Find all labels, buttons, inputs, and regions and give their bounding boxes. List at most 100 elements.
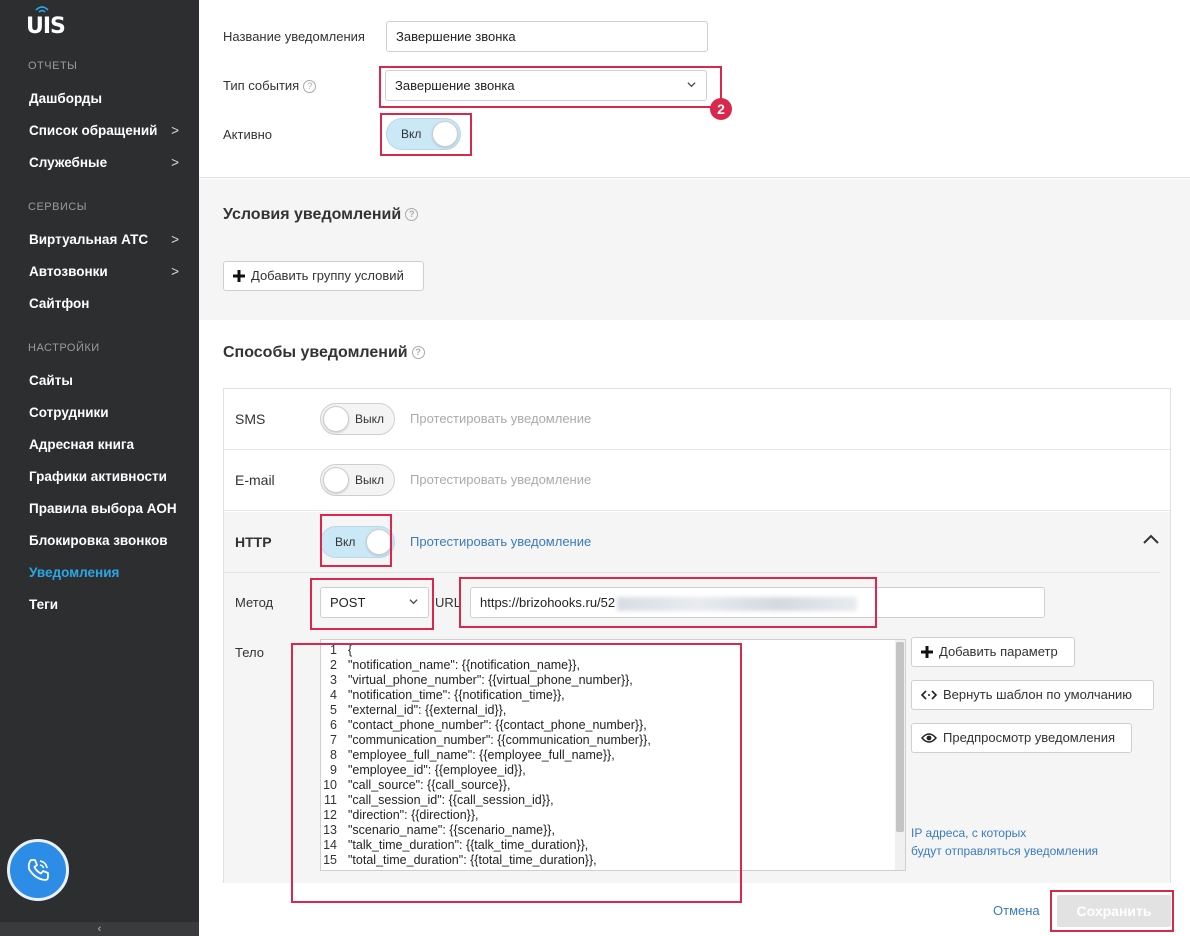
conditions-title: Условия уведомлений? [223, 206, 419, 224]
editor-scrollbar[interactable] [895, 640, 905, 870]
code-text: "employee_id": {{employee_id}}, [348, 763, 526, 777]
code-icon [921, 690, 937, 700]
add-condition-group-button[interactable]: Добавить группу условий [223, 261, 424, 291]
code-text: "employee_full_name": {{employee_full_na… [348, 748, 615, 762]
conditions-section: Условия уведомлений? Добавить группу усл… [199, 179, 1190, 320]
toggle-knob [432, 121, 458, 147]
name-input[interactable]: Завершение звонка [386, 21, 708, 52]
sidebar-item-label: Сайтфон [29, 296, 90, 311]
method-row-http: HTTP Вкл Протестировать уведомление Мето… [224, 512, 1170, 903]
chevron-right-icon: > [171, 155, 179, 170]
line-number: 13 [323, 823, 337, 837]
sidebar-item-label: Автозвонки [29, 264, 108, 279]
sidebar: UIS ОТЧЕТЫ Дашборды Список обращений > Сл… [0, 0, 199, 936]
sidebar-item-label: Блокировка звонков [29, 533, 168, 548]
help-icon[interactable]: ? [411, 346, 425, 360]
notification-form: Название уведомления Завершение звонка Т… [199, 0, 1190, 178]
code-text: "virtual_phone_number": {{virtual_phone_… [348, 673, 633, 687]
sidebar-item-tags[interactable]: Теги [29, 597, 189, 612]
plus-icon [921, 646, 933, 658]
line-number: 3 [330, 673, 337, 687]
code-text: "direction": {{direction}}, [348, 808, 479, 822]
line-number: 11 [324, 793, 337, 807]
ip-link-line1: IP адреса, с которых [911, 826, 1027, 840]
code-text: "talk_time_duration": {{talk_time_durati… [348, 838, 589, 852]
cancel-button[interactable]: Отмена [993, 903, 1040, 918]
event-type-value: Завершение звонка [395, 78, 515, 93]
sidebar-item-activity-schedules[interactable]: Графики активности [29, 469, 189, 484]
button-label: Добавить группу условий [251, 268, 404, 283]
code-text: { [348, 643, 353, 657]
code-text: "call_source": {{call_source}}, [348, 778, 511, 792]
code-text: "communication_number": {{communication_… [348, 733, 651, 747]
preview-button[interactable]: Предпросмотр уведомления [911, 723, 1132, 753]
sidebar-item-label: Служебные [29, 155, 108, 170]
sidebar-item-virtual-pbx[interactable]: Виртуальная АТС > [29, 232, 189, 247]
sidebar-item-aon-rules[interactable]: Правила выбора АОН [29, 501, 189, 516]
method-row-sms: SMS Выкл Протестировать уведомление [224, 389, 1170, 450]
active-label: Активно [223, 127, 273, 142]
body-label: Тело [235, 645, 264, 660]
chevron-right-icon: > [171, 123, 179, 138]
sidebar-item-label: Сайты [29, 373, 73, 388]
chevron-right-icon: > [171, 232, 179, 247]
ip-addresses-link[interactable]: IP адреса, с которых будут отправляться … [911, 824, 1098, 860]
email-test-link[interactable]: Протестировать уведомление [410, 472, 591, 487]
sidebar-item-address-book[interactable]: Адресная книга [29, 437, 189, 452]
sms-toggle[interactable]: Выкл [320, 403, 395, 435]
email-toggle[interactable]: Выкл [320, 464, 395, 496]
method-row-email: E-mail Выкл Протестировать уведомление [224, 450, 1170, 511]
toggle-knob [323, 406, 349, 432]
url-label: URL [435, 595, 462, 610]
sidebar-item-service[interactable]: Служебные > [29, 155, 189, 170]
softphone-button[interactable] [7, 839, 69, 901]
sidebar-item-label: Дашборды [29, 91, 102, 106]
line-number: 10 [323, 778, 337, 792]
reset-template-button[interactable]: Вернуть шаблон по умолчанию [911, 680, 1154, 710]
http-toggle[interactable]: Вкл [320, 526, 395, 558]
line-number: 9 [330, 763, 337, 777]
chevron-up-icon[interactable] [1142, 532, 1160, 546]
uis-logo[interactable]: UIS [26, 6, 66, 40]
sidebar-item-label: Теги [29, 597, 59, 612]
code-text: "notification_name": {{notification_name… [348, 658, 580, 672]
event-label-text: Тип события [223, 78, 300, 93]
sidebar-collapse-button[interactable]: ‹ [0, 922, 199, 936]
save-button[interactable]: Сохранить [1057, 895, 1171, 927]
active-toggle[interactable]: Вкл [386, 118, 461, 150]
url-input[interactable]: https://brizohooks.ru/52 [470, 587, 1045, 618]
sidebar-item-employees[interactable]: Сотрудники [29, 405, 189, 420]
code-text: "total_time_duration": {{total_time_dura… [348, 853, 597, 867]
http-method-select[interactable]: POST [320, 587, 429, 618]
event-type-select[interactable]: Завершение звонка [385, 70, 707, 101]
event-label: Тип события? [223, 78, 317, 94]
sidebar-item-dashboards[interactable]: Дашборды [29, 91, 189, 106]
code-text: "notification_time": {{notification_time… [348, 688, 565, 702]
sidebar-item-sitephone[interactable]: Сайтфон [29, 296, 189, 311]
main-content: Название уведомления Завершение звонка Т… [199, 0, 1190, 936]
plus-icon [233, 270, 245, 282]
sidebar-item-autocalls[interactable]: Автозвонки > [29, 264, 189, 279]
scrollbar-thumb[interactable] [896, 642, 904, 832]
sidebar-item-notifications[interactable]: Уведомления [29, 565, 189, 580]
line-number: 4 [330, 688, 337, 702]
toggle-label: Вкл [401, 127, 422, 141]
sidebar-item-sites[interactable]: Сайты [29, 373, 189, 388]
button-label: Вернуть шаблон по умолчанию [943, 687, 1133, 702]
http-test-link[interactable]: Протестировать уведомление [410, 534, 591, 549]
sidebar-item-call-blocking[interactable]: Блокировка звонков [29, 533, 189, 548]
section-title-reports: ОТЧЕТЫ [28, 60, 78, 72]
button-label: Предпросмотр уведомления [943, 730, 1116, 745]
sidebar-item-requests[interactable]: Список обращений > [29, 123, 189, 138]
method-label: Метод [235, 595, 274, 610]
toggle-knob [366, 529, 392, 555]
sidebar-item-label: Графики активности [29, 469, 167, 484]
toggle-knob [323, 467, 349, 493]
help-icon[interactable]: ? [303, 80, 317, 94]
add-parameter-button[interactable]: Добавить параметр [911, 637, 1075, 667]
code-text: "scenario_name": {{scenario_name}}, [348, 823, 555, 837]
url-value: https://brizohooks.ru/52 [480, 595, 616, 610]
body-editor[interactable]: 1 {2 "notification_name": {{notification_n… [320, 639, 906, 871]
help-icon[interactable]: ? [405, 208, 419, 222]
sms-test-link[interactable]: Протестировать уведомление [410, 411, 591, 426]
